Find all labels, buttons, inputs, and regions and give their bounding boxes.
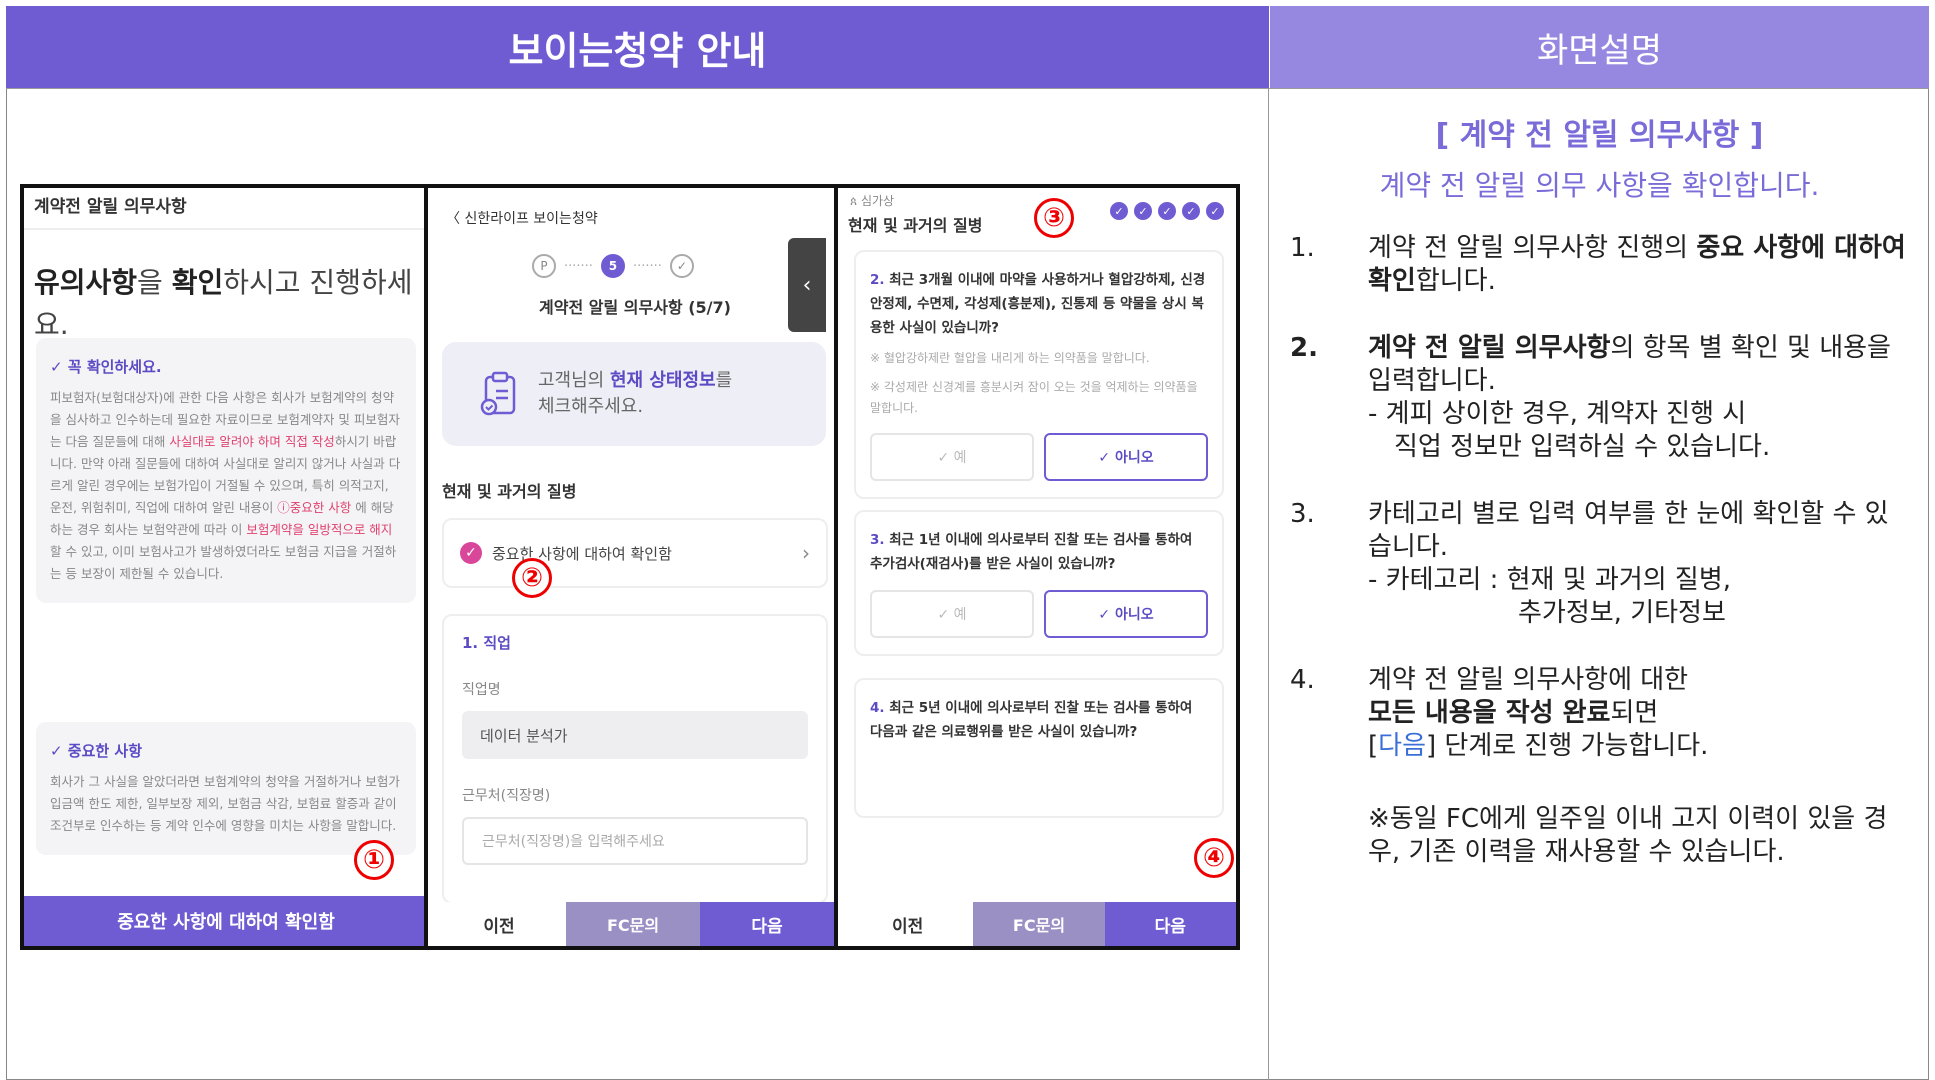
fc-inquiry-button[interactable]: FC문의 — [973, 902, 1105, 946]
item-number: 4. — [1290, 665, 1315, 695]
item-number: 1. — [1290, 233, 1315, 263]
headline-bold: 유의사항 — [34, 266, 138, 299]
description-title: [ 계약 전 알릴 의무사항 ] — [1435, 118, 1764, 153]
progress-check-icon: ✓ — [1206, 202, 1224, 220]
step-check-icon: ✓ — [669, 254, 694, 278]
box-text: 회사가 그 사실을 알았더라면 보험계약의 청약을 거절하거나 보험가입금액 한… — [50, 774, 400, 833]
notice-headline: 유의사항을 확인하시고 진행하세요. — [34, 262, 414, 346]
no-button[interactable]: ✓ 아니오 — [1044, 433, 1208, 481]
progress-check-icon: ✓ — [1134, 202, 1152, 220]
workplace-input[interactable]: 근무처(직장명)을 입력해주세요 — [462, 817, 808, 865]
screenshots-panel: 계약전 알릴 의무사항 유의사항을 확인하시고 진행하세요. ✓ 꼭 확인하세요… — [20, 184, 1240, 950]
bottom-bar: 이전 FC문의 다음 — [842, 902, 1236, 946]
separator — [24, 228, 424, 230]
section-title: 현재 및 과거의 질병 — [442, 482, 577, 501]
confirm-important-button[interactable]: 중요한 사항에 대하여 확인함 — [24, 896, 424, 946]
step-title: 계약전 알릴 의무사항 (5/7) — [539, 298, 731, 317]
question-card: 4. 최근 5년 이내에 의사로부터 진찰 또는 검사를 통하여 다음과 같은 … — [854, 678, 1224, 818]
screen-notice: 계약전 알릴 의무사항 유의사항을 확인하시고 진행하세요. ✓ 꼭 확인하세요… — [24, 188, 428, 946]
screen-questions: ጰ 심가상 현재 및 과거의 질병 ✓ ✓ ✓ ✓ ✓ 2. 최근 3개월 이내… — [842, 188, 1236, 946]
step-current: 5 — [600, 254, 625, 278]
question-text: 2. 최근 3개월 이내에 마약을 사용하거나 혈압강하제, 신경안정제, 수면… — [870, 272, 1206, 336]
item-text: 계약 전 알릴 의무사항의 항목 별 확인 및 내용을 입력합니다. - 계피 상… — [1368, 333, 1891, 462]
bottom-bar: 이전 FC문의 다음 — [432, 902, 834, 946]
chevron-left-icon[interactable]: ‹ — [788, 238, 826, 332]
workplace-label: 근무처(직장명) — [462, 788, 551, 804]
marker-1: ① — [354, 840, 394, 880]
headline-bold: 확인 — [171, 266, 224, 299]
box-title: ✓ 중요한 사항 — [50, 742, 143, 760]
must-check-box: ✓ 꼭 확인하세요. 피보험자(보험대상자)에 관한 다음 사항은 회사가 보험… — [36, 338, 416, 603]
progress-check-icon: ✓ — [1110, 202, 1128, 220]
chevron-right-icon: › — [802, 541, 810, 565]
next-button[interactable]: 다음 — [700, 902, 834, 946]
progress-check-icon: ✓ — [1158, 202, 1176, 220]
prev-button[interactable]: 이전 — [842, 902, 974, 946]
step-dots: ······· — [564, 258, 593, 274]
question-text: 3. 최근 1년 이내에 의사로부터 진찰 또는 검사를 통하여 추가검사(재검… — [870, 532, 1193, 572]
description-subtitle: 계약 전 알릴 의무 사항을 확인합니다. — [1379, 169, 1820, 202]
job-label: 1. 직업 — [462, 634, 511, 652]
important-box: ✓ 중요한 사항 회사가 그 사실을 알았더라면 보험계약의 청약을 거절하거나… — [36, 722, 416, 855]
step-prev-icon: P — [532, 254, 556, 278]
question-text: 4. 최근 5년 이내에 의사로부터 진찰 또는 검사를 통하여 다음과 같은 … — [870, 700, 1193, 740]
yes-button[interactable]: ✓ 예 — [870, 590, 1034, 638]
description-item: 1. 계약 전 알릴 의무사항 진행의 중요 사항에 대하여 확인합니다. — [1290, 232, 1910, 298]
marker-3: ③ — [1034, 198, 1074, 238]
header-divider — [6, 88, 1929, 89]
marker-2: ② — [512, 558, 552, 598]
job-name-label: 직업명 — [462, 682, 501, 698]
column-divider — [1268, 88, 1269, 1080]
job-name-field[interactable]: 데이터 분석가 — [462, 711, 808, 759]
question-card: 2. 최근 3개월 이내에 마약을 사용하거나 혈압강하제, 신경안정제, 수면… — [854, 250, 1224, 499]
no-button[interactable]: ✓ 아니오 — [1044, 590, 1208, 638]
job-card: 1. 직업 직업명 데이터 분석가 근무처(직장명) 근무처(직장명)을 입력해… — [442, 614, 828, 904]
step-dots: ······· — [632, 258, 662, 274]
description-list: 1. 계약 전 알릴 의무사항 진행의 중요 사항에 대하여 확인합니다. 2.… — [1290, 232, 1910, 797]
back-link[interactable]: 〈 신한라이프 보이는청약 — [446, 208, 598, 228]
screen-job: 〈 신한라이프 보이는청약 P ······· 5 ······· ✓ 계약전 … — [432, 188, 838, 946]
question-card: 3. 최근 1년 이내에 의사로부터 진찰 또는 검사를 통하여 추가검사(재검… — [854, 510, 1224, 656]
description-item: 4. 계약 전 알릴 의무사항에 대한 모든 내용을 작성 완료되면 [다음] 단계… — [1290, 664, 1910, 763]
screen-title: 계약전 알릴 의무사항 — [34, 197, 187, 217]
item-text: 계약 전 알릴 의무사항 진행의 중요 사항에 대하여 확인합니다. — [1368, 233, 1906, 296]
reuse-note: ※동일 FC에게 일주일 이내 고지 이력이 있을 경우, 기존 이력을 재사용… — [1368, 804, 1888, 867]
status-info-text: 고객님의 현재 상태정보를 체크해주세요. — [538, 370, 733, 417]
prev-button[interactable]: 이전 — [432, 902, 566, 946]
yes-button[interactable]: ✓ 예 — [870, 433, 1034, 481]
question-note: ※ 각성제란 신경계를 흥분시켜 잠이 오는 것을 억제하는 의약품을 말합니다… — [870, 380, 1198, 415]
item-number: 2. — [1290, 333, 1318, 363]
status-info-card: 고객님의 현재 상태정보를 체크해주세요. — [442, 342, 826, 446]
headline-text: 을 — [137, 266, 172, 299]
description-item: 3. 카테고리 별로 입력 여부를 한 눈에 확인할 수 있습니다. - 카테고리… — [1290, 498, 1910, 630]
question-note: ※ 혈압강하제란 혈압을 내리게 하는 의약품을 말합니다. — [870, 351, 1150, 365]
description-item: 2. 계약 전 알릴 의무사항의 항목 별 확인 및 내용을 입력합니다. - 계… — [1290, 332, 1910, 464]
box-text: 피보험자(보험대상자)에 관한 다음 사항은 회사가 보험계약의 청약을 심사하… — [50, 390, 401, 581]
item-number: 3. — [1290, 499, 1315, 529]
category-label: ጰ 심가상 — [850, 194, 895, 208]
fc-inquiry-button[interactable]: FC문의 — [566, 902, 700, 946]
important-confirm-row[interactable]: ✓ 중요한 사항에 대하여 확인함 › — [442, 518, 828, 588]
step-indicator: P ······· 5 ······· ✓ — [532, 254, 694, 278]
progress-check-icon: ✓ — [1182, 202, 1200, 220]
box-title: ✓ 꼭 확인하세요. — [50, 358, 162, 376]
category-progress: ✓ ✓ ✓ ✓ ✓ — [1110, 202, 1224, 220]
item-text: 계약 전 알릴 의무사항에 대한 모든 내용을 작성 완료되면 [다음] 단계로 진… — [1368, 665, 1709, 761]
marker-4: ④ — [1194, 838, 1234, 878]
item-text: 카테고리 별로 입력 여부를 한 눈에 확인할 수 있습니다. - 카테고리 : … — [1368, 499, 1889, 628]
category-title: 현재 및 과거의 질병 — [848, 216, 983, 235]
header-left-title: 보이는청약 안내 — [6, 6, 1270, 88]
header-right-title: 화면설명 — [1270, 6, 1929, 88]
next-button[interactable]: 다음 — [1104, 902, 1236, 946]
clipboard-icon — [480, 371, 516, 416]
check-icon: ✓ — [460, 542, 482, 564]
